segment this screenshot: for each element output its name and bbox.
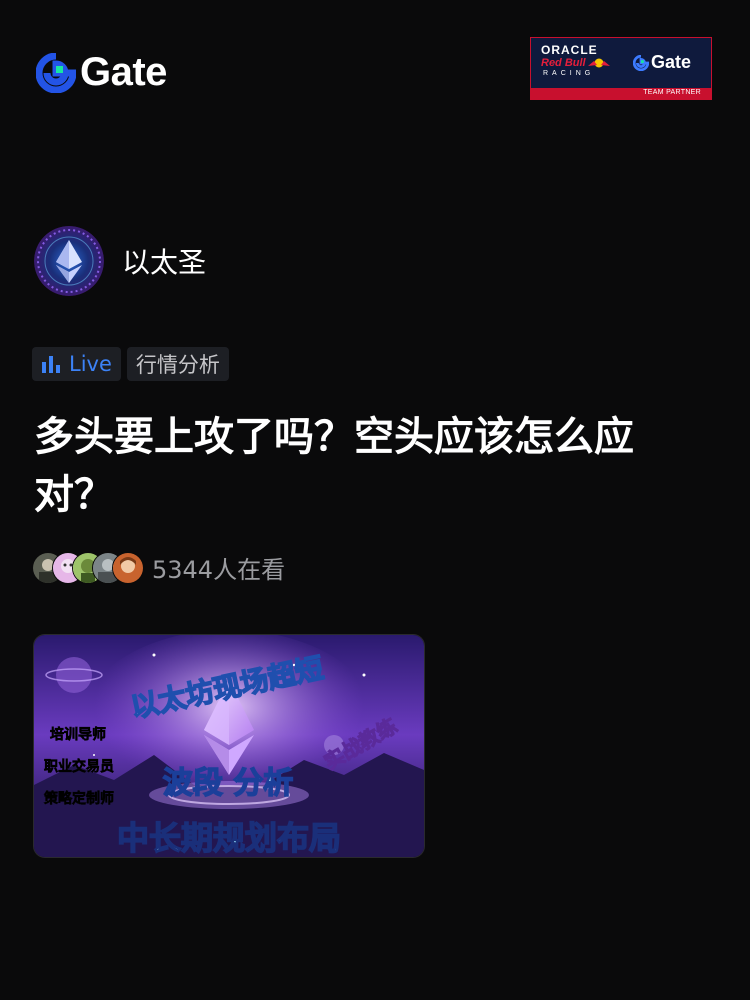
avatar <box>112 551 144 584</box>
channel-name[interactable]: 以太圣 <box>122 241 206 281</box>
cover-middle-text: 波段 分析 <box>163 766 293 801</box>
live-label: Live <box>69 352 112 376</box>
viewer-count: 5344人在看 <box>152 556 286 584</box>
stream-cover[interactable]: 以太坊现场超短 培训导师 职业交易员 策略定制师 波段 分析 实战教练 中长期规… <box>33 634 425 858</box>
cover-side-label: 策略定制师 <box>43 790 114 807</box>
bar-chart-icon <box>42 356 60 373</box>
partner-badge: ORACLE Red Bull RACING Gate TEAM PARTNER <box>530 37 712 100</box>
viewer-info: 5344人在看 <box>32 550 285 585</box>
gate-logo: Gate <box>36 50 167 95</box>
ethereum-icon <box>34 226 104 296</box>
category-tag[interactable]: 行情分析 <box>126 347 229 381</box>
gate-logo-icon <box>36 52 76 93</box>
partner-gate-text: Gate <box>651 52 692 72</box>
tag-row: Live 行情分析 <box>32 347 229 381</box>
live-badge: Live <box>32 347 121 381</box>
cover-side-label: 职业交易员 <box>44 758 114 775</box>
partner-oracle-text: ORACLE <box>541 43 598 57</box>
cover-side-labels: 培训导师 职业交易员 策略定制师 <box>43 726 115 808</box>
partner-caption-bar: TEAM PARTNER <box>531 88 711 99</box>
logo-text: Gate <box>80 50 167 94</box>
gate-logo-icon <box>633 54 649 71</box>
cover-artwork[interactable]: 以太坊现场超短 培训导师 职业交易员 策略定制师 波段 分析 实战教练 中长期规… <box>34 635 424 857</box>
cover-bottom-text: 中长期规划布局 <box>117 819 341 857</box>
channel-avatar[interactable] <box>34 226 104 296</box>
viewer-avatars <box>32 551 144 584</box>
channel-header[interactable]: 以太圣 <box>34 226 206 296</box>
category-label[interactable]: 行情分析 <box>136 349 220 379</box>
partner-gate-logo: Gate <box>633 52 691 73</box>
partner-caption: TEAM PARTNER <box>643 89 701 96</box>
partner-racing-text: RACING <box>543 70 595 77</box>
cover-side-label: 培训导师 <box>50 726 106 743</box>
stream-title: 多头要上攻了吗？空头应该怎么应对？ <box>34 414 634 518</box>
partner-redbull-text: Red Bull <box>541 57 586 69</box>
redbull-icon <box>588 58 610 68</box>
